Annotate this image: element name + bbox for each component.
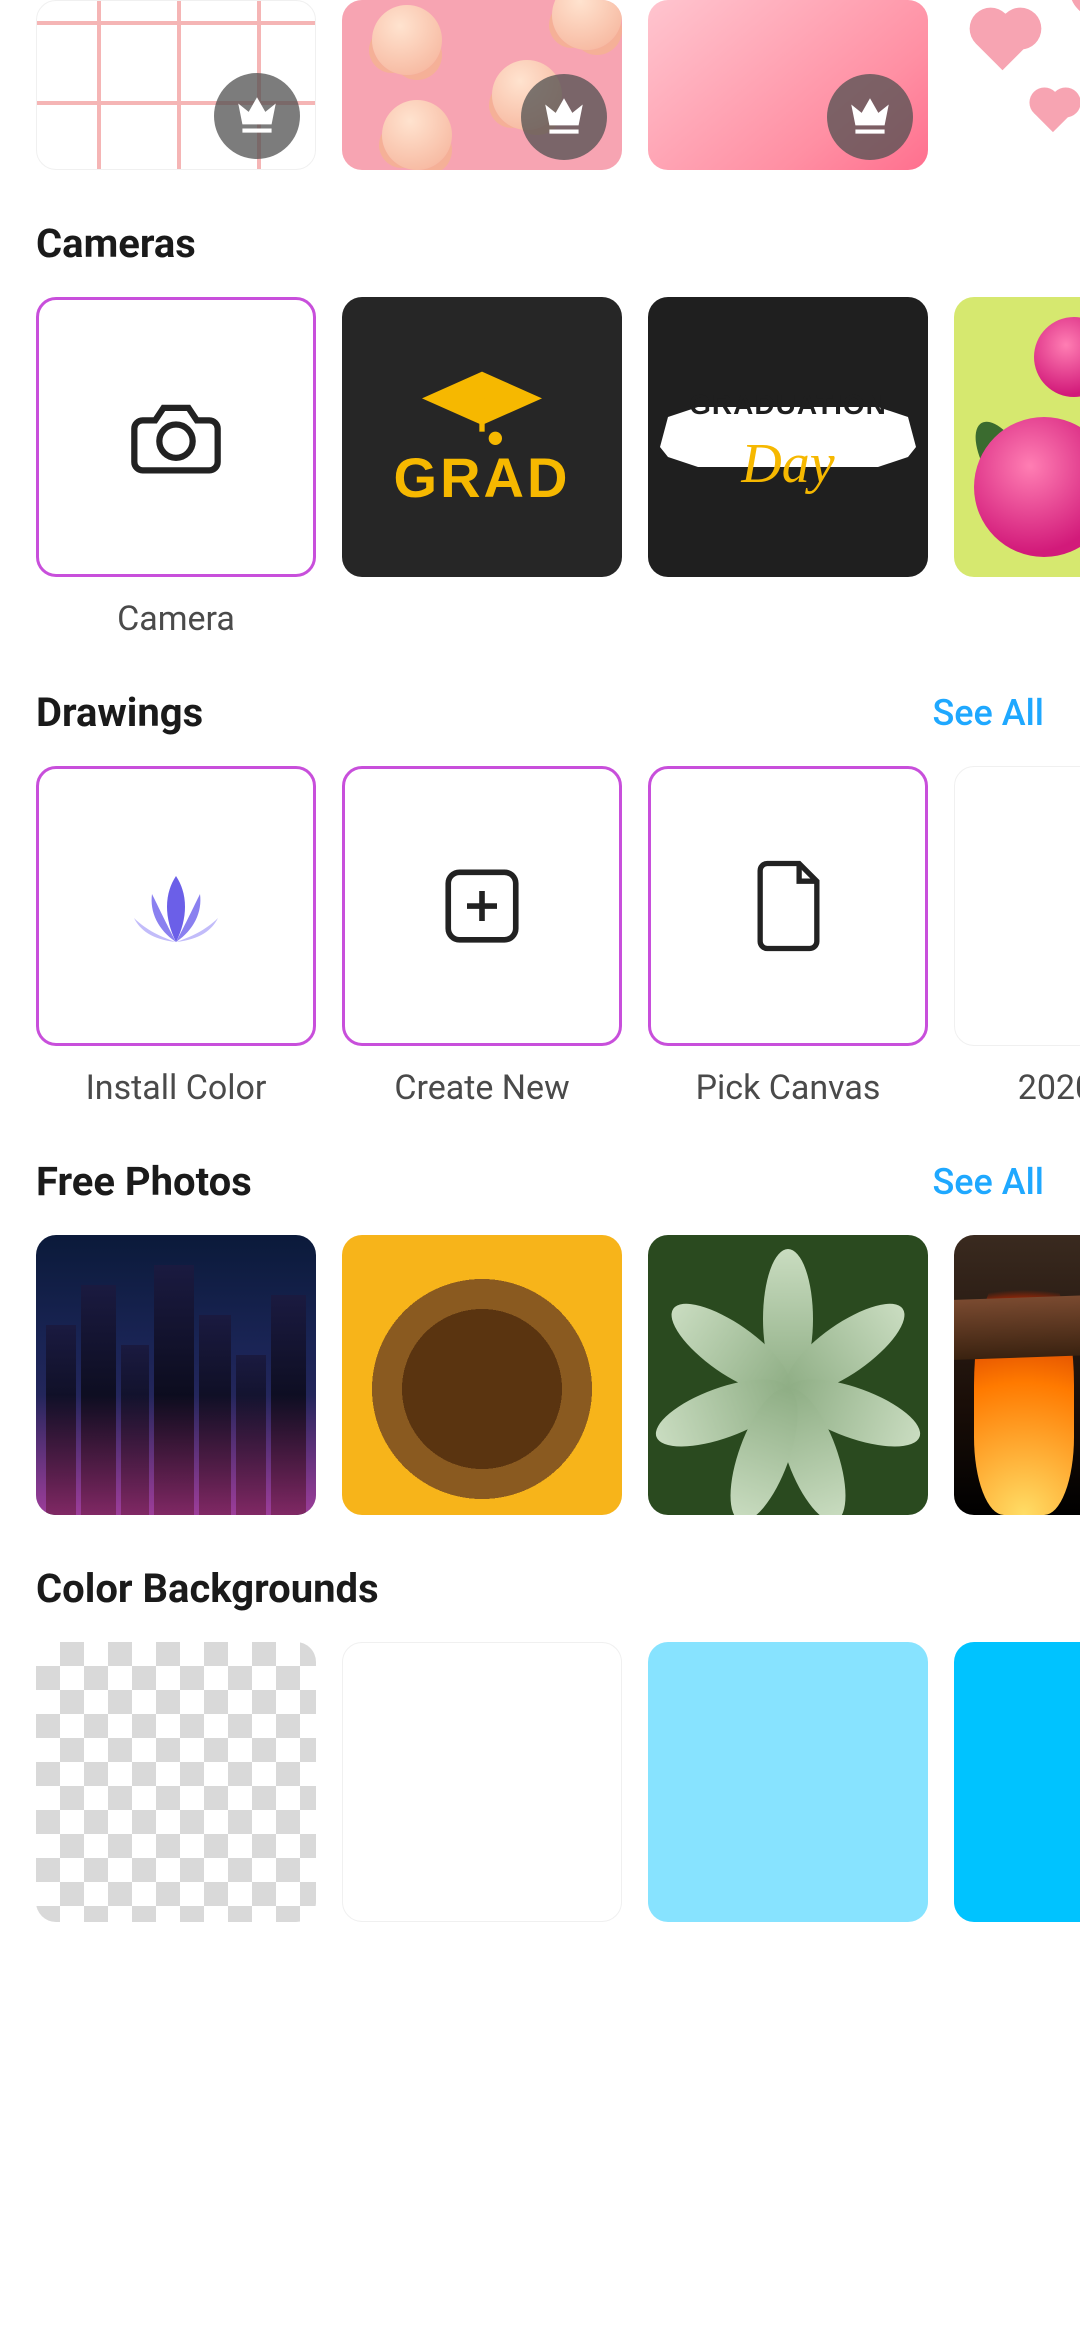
color-bg-white[interactable] xyxy=(342,1642,622,1922)
templates-row xyxy=(0,0,1080,170)
drawings-title: Drawings xyxy=(36,689,203,736)
install-color-tile[interactable] xyxy=(36,766,316,1046)
camera-open-label: Camera xyxy=(117,599,235,639)
template-pink-grid[interactable] xyxy=(36,0,316,170)
premium-crown-icon xyxy=(827,74,913,160)
premium-crown-icon xyxy=(214,73,300,159)
recent-drawing-tile[interactable] xyxy=(954,766,1080,1046)
camera-icon xyxy=(39,300,313,574)
free-photos-row xyxy=(0,1235,1080,1515)
drawings-row: Install Color Create New xyxy=(0,766,1080,1108)
free-photos-see-all-link[interactable]: See All xyxy=(932,1161,1044,1203)
camera-flowers-frame[interactable] xyxy=(954,297,1080,577)
free-photos-title: Free Photos xyxy=(36,1158,252,1205)
create-new-tile[interactable] xyxy=(342,766,622,1046)
camera-graduation-day-frame[interactable]: GRADUATION Day xyxy=(648,297,928,577)
photo-sunflower[interactable] xyxy=(342,1235,622,1515)
color-bg-cyan[interactable] xyxy=(954,1642,1080,1922)
photo-succulent[interactable] xyxy=(648,1235,928,1515)
template-hearts[interactable] xyxy=(954,0,1080,170)
photo-city-night[interactable] xyxy=(36,1235,316,1515)
cameras-title: Cameras xyxy=(36,220,196,267)
lotus-icon xyxy=(39,769,313,1043)
recent-drawing-label: 2020-07-2 xyxy=(1018,1068,1080,1108)
create-new-label: Create New xyxy=(394,1068,569,1108)
template-pink-wash[interactable] xyxy=(648,0,928,170)
template-cherubs[interactable] xyxy=(342,0,622,170)
grad-cap-icon xyxy=(407,365,557,445)
pick-canvas-tile[interactable] xyxy=(648,766,928,1046)
drawings-see-all-link[interactable]: See All xyxy=(932,692,1044,734)
color-bg-light-blue[interactable] xyxy=(648,1642,928,1922)
cameras-row: Camera GRAD GRAD xyxy=(0,297,1080,639)
grad-text: GRAD xyxy=(394,445,571,510)
camera-open-tile[interactable] xyxy=(36,297,316,577)
plus-square-icon xyxy=(345,769,619,1043)
premium-crown-icon xyxy=(521,74,607,160)
install-color-label: Install Color xyxy=(86,1068,267,1108)
camera-grad-frame[interactable]: GRAD xyxy=(342,297,622,577)
pick-canvas-label: Pick Canvas xyxy=(696,1068,881,1108)
graduation-text: GRADUATION xyxy=(689,389,887,421)
file-icon xyxy=(651,769,925,1043)
graduation-subtitle: Day xyxy=(741,432,834,496)
color-bg-transparent[interactable] xyxy=(36,1642,316,1922)
photo-campfire[interactable] xyxy=(954,1235,1080,1515)
color-backgrounds-title: Color Backgrounds xyxy=(36,1565,379,1612)
color-backgrounds-row xyxy=(0,1642,1080,1922)
